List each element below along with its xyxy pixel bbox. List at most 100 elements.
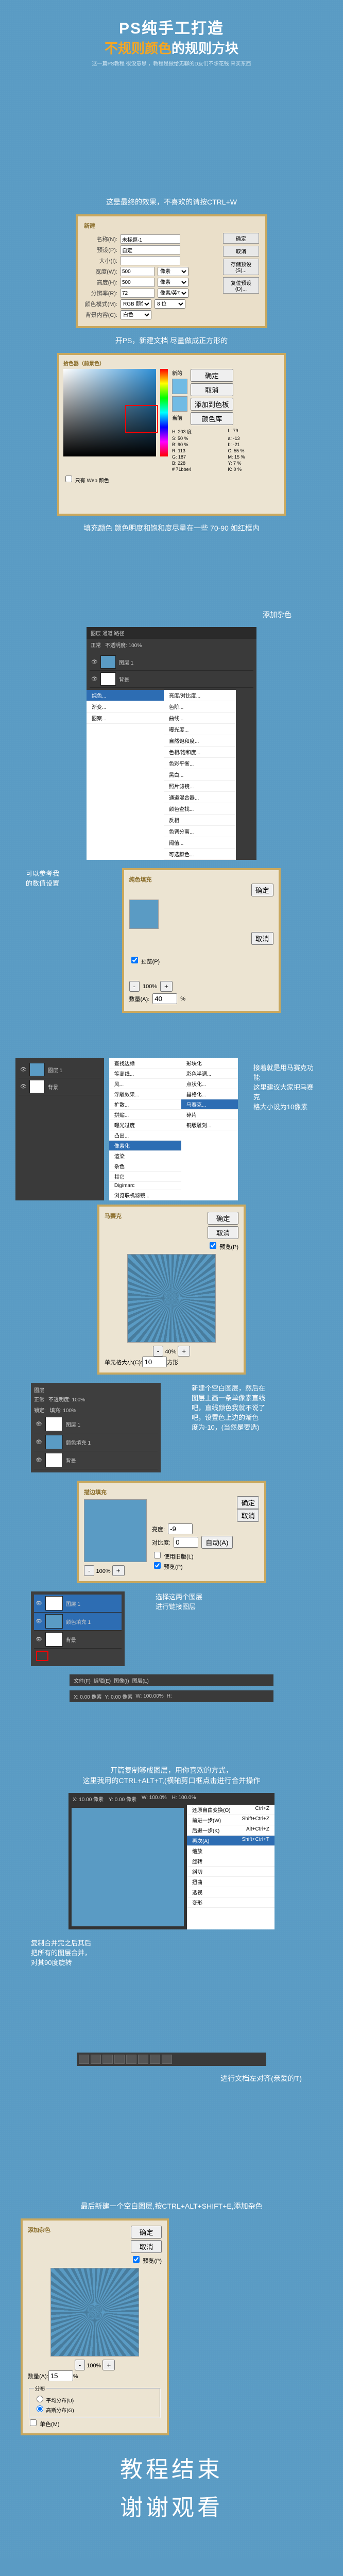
hue-slider[interactable] — [160, 369, 168, 456]
legacy-checkbox[interactable]: 使用旧版(L) — [152, 1554, 194, 1560]
height-unit[interactable]: 像素 — [158, 278, 188, 287]
zoom-in[interactable]: + — [160, 981, 173, 992]
ok-button[interactable]: 确定 — [251, 884, 273, 896]
align-center-v-icon[interactable] — [126, 2055, 136, 2064]
menu-item[interactable]: 透视 — [187, 1887, 275, 1897]
size-select[interactable] — [121, 256, 180, 265]
menu-item[interactable]: 曝光过度 — [109, 1120, 181, 1130]
cancel-button[interactable]: 取消 — [251, 932, 273, 945]
contrast-input[interactable] — [174, 1537, 198, 1548]
color-lib-button[interactable]: 颜色库 — [191, 412, 233, 425]
menu-item[interactable]: 前进一步(W)Shift+Ctrl+Z — [187, 1815, 275, 1825]
menu-item[interactable]: 后退一步(K)Alt+Ctrl+Z — [187, 1825, 275, 1836]
preview-checkbox[interactable]: 预览(P) — [131, 2255, 162, 2265]
menu-item[interactable]: 颜色查找... — [164, 803, 236, 815]
zoom-in[interactable]: + — [102, 2360, 115, 2370]
res-unit[interactable]: 像素/英寸 — [158, 289, 188, 298]
menu-item[interactable]: 铜版雕刻... — [181, 1120, 238, 1130]
cancel-button[interactable]: 取消 — [237, 1509, 259, 1522]
menu-item[interactable]: 照片滤镜... — [164, 781, 236, 792]
menu-item[interactable]: 扩散... — [109, 1099, 181, 1110]
menu-item[interactable]: 点状化... — [181, 1079, 238, 1089]
menu-item[interactable]: 渲染 — [109, 1151, 181, 1161]
ok-button[interactable]: 确定 — [131, 2226, 162, 2239]
menu-item[interactable]: 变形 — [187, 1897, 275, 1908]
menu-item[interactable]: 阈值... — [164, 837, 236, 849]
preset-select[interactable] — [121, 245, 180, 255]
distribute-h-icon[interactable] — [150, 2055, 160, 2064]
bit-depth[interactable]: 8 位 — [155, 299, 185, 309]
menu-item[interactable]: 再次(A)Shift+Ctrl+T — [187, 1836, 275, 1846]
cancel-button[interactable]: 取消 — [223, 246, 259, 257]
cell-size-input[interactable] — [142, 1357, 167, 1367]
menu-item[interactable]: 色彩平衡... — [164, 758, 236, 769]
menu-item[interactable]: 色相/饱和度... — [164, 747, 236, 758]
distribute-v-icon[interactable] — [162, 2055, 172, 2064]
menu-item[interactable]: 马赛克... — [181, 1099, 238, 1110]
add-swatch-button[interactable]: 添加到色板 — [191, 398, 233, 411]
zoom-out[interactable]: - — [153, 1346, 163, 1357]
menu-item[interactable]: 曝光度... — [164, 724, 236, 735]
cancel-button[interactable]: 取消 — [191, 383, 233, 396]
bg-content[interactable]: 白色 — [121, 310, 151, 319]
layer-row[interactable]: 👁背景 — [90, 671, 253, 688]
align-bottom-icon[interactable] — [138, 2055, 148, 2064]
layer-row[interactable]: 👁背景 — [19, 1078, 101, 1095]
zoom-in[interactable]: + — [178, 1346, 190, 1357]
menu-item[interactable]: 可选颜色... — [164, 849, 236, 860]
menu-layer[interactable]: 图层(L) — [132, 1676, 149, 1684]
reset-preset-button[interactable]: 复位预设(D)... — [223, 277, 259, 294]
name-input[interactable] — [121, 234, 180, 244]
zoom-in[interactable]: + — [112, 1565, 125, 1576]
menu-image[interactable]: 图像(I) — [114, 1676, 129, 1684]
layer-row[interactable]: 👁图层 1 — [19, 1061, 101, 1078]
preview-checkbox[interactable]: 预览(P) — [208, 1241, 238, 1251]
layer-row[interactable]: 👁背景 — [34, 1631, 122, 1649]
menu-item[interactable]: 反相 — [164, 815, 236, 826]
menu-item[interactable]: 杂色 — [109, 1161, 181, 1172]
menu-item[interactable]: 自然饱和度... — [164, 735, 236, 747]
menu-item[interactable]: 晶格化... — [181, 1089, 238, 1099]
menu-item[interactable]: 查找边缘 — [109, 1058, 181, 1069]
menu-item[interactable]: 彩块化 — [181, 1058, 238, 1069]
menu-item[interactable]: 等高线... — [109, 1069, 181, 1079]
menu-item[interactable]: 纯色... — [87, 690, 164, 701]
align-right-icon[interactable] — [102, 2055, 113, 2064]
layer-row[interactable]: 👁图层 1 — [34, 1595, 122, 1613]
menu-item[interactable]: 曲线... — [164, 713, 236, 724]
menu-item[interactable]: 拼贴... — [109, 1110, 181, 1120]
menu-item[interactable]: 色调分离... — [164, 826, 236, 837]
menu-item[interactable]: 色阶... — [164, 701, 236, 713]
ok-button[interactable]: 确定 — [191, 369, 233, 382]
menu-item[interactable]: 渐变... — [87, 701, 164, 713]
amount-input[interactable] — [48, 2370, 73, 2381]
menu-item[interactable]: 碎片 — [181, 1110, 238, 1120]
menu-item[interactable]: 彩色半调... — [181, 1069, 238, 1079]
menu-item[interactable]: 浏览联机滤镜... — [109, 1190, 181, 1200]
menu-item[interactable]: 黑白... — [164, 769, 236, 781]
color-mode[interactable]: RGB 颜色 — [121, 299, 151, 309]
auto-button[interactable]: 自动(A) — [201, 1536, 232, 1549]
layer-row[interactable]: 👁颜色填充 1 — [34, 1613, 122, 1631]
amount-input[interactable] — [152, 993, 177, 1004]
layer-row[interactable]: 👁图层 1 — [34, 1415, 158, 1433]
menu-edit[interactable]: 编辑(E) — [94, 1676, 111, 1684]
ok-button[interactable]: 确定 — [223, 233, 259, 244]
height-input[interactable] — [121, 278, 155, 287]
resolution-input[interactable] — [121, 289, 155, 298]
menu-item[interactable]: 凸出... — [109, 1130, 181, 1141]
menu-item[interactable]: 图案... — [87, 713, 164, 724]
layer-row[interactable]: 👁背景 — [34, 1451, 158, 1469]
menu-item[interactable]: 亮度/对比度... — [164, 690, 236, 701]
menu-item[interactable]: 风... — [109, 1079, 181, 1089]
zoom-out[interactable]: - — [75, 2360, 85, 2370]
layer-row[interactable]: 👁颜色填充 1 — [34, 1433, 158, 1451]
menu-item[interactable]: 缩放 — [187, 1846, 275, 1856]
ok-button[interactable]: 确定 — [237, 1496, 259, 1509]
menu-item[interactable]: 扭曲 — [187, 1877, 275, 1887]
uniform-radio[interactable]: 平均分布(U) — [34, 2398, 74, 2404]
ok-button[interactable]: 确定 — [208, 1212, 238, 1225]
width-unit[interactable]: 像素 — [158, 267, 188, 276]
width-input[interactable] — [121, 267, 155, 276]
web-colors-checkbox[interactable]: 只有 Web 颜色 — [63, 478, 109, 484]
